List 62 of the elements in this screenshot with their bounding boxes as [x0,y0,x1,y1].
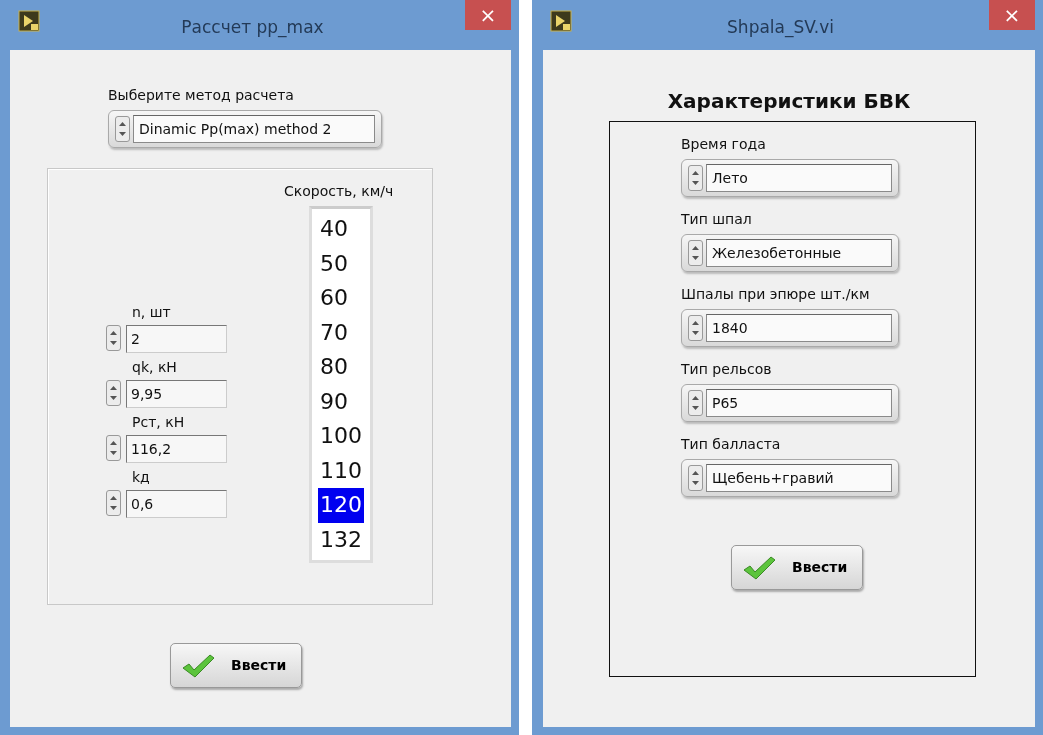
spin-arrows-icon [109,438,118,458]
spin-arrows-icon [109,328,118,348]
spin-button[interactable] [688,315,703,341]
value-field[interactable]: Р65 [706,389,892,417]
spin-button[interactable] [688,165,703,191]
value-field[interactable]: Лето [706,164,892,192]
close-button[interactable]: × [989,0,1035,30]
list-item[interactable]: 90 [318,384,364,419]
list-item[interactable]: 100 [318,419,364,454]
field-label: Тип балласта [681,435,782,454]
value-field[interactable]: Щебень+гравий [706,464,892,492]
value-field[interactable]: Dinamic Pp(max) method 2 [133,115,375,143]
field-label: Выберите метод расчета [108,86,295,105]
list-item[interactable]: 70 [318,315,364,350]
spin-arrows-icon [691,318,700,338]
enter-button[interactable]: Ввести [731,545,863,590]
spin-button[interactable] [115,116,130,142]
close-button[interactable]: × [465,0,511,30]
spin-arrows-icon [691,168,700,188]
numeric-field[interactable]: 0,6 [126,490,227,518]
spin-button[interactable] [688,390,703,416]
spin-arrows-icon [109,493,118,513]
spin-button[interactable] [106,435,121,461]
checkmark-icon [742,554,776,581]
enter-button[interactable]: Ввести [170,643,302,688]
field-label: Рст, кН [132,413,186,432]
field-label: kд [132,468,151,487]
list-item[interactable]: 120 [318,488,364,523]
list-item[interactable]: 110 [318,453,364,488]
list-item[interactable]: 40 [318,212,364,247]
spin-button[interactable] [106,380,121,406]
list-item[interactable]: 50 [318,246,364,281]
numeric-field[interactable]: 116,2 [126,435,227,463]
window-title: Shpala_SV.vi [726,16,835,40]
checkmark-icon [181,652,215,679]
spin-arrows-icon [118,119,127,139]
field-label: Тип шпал [681,210,753,229]
list-item[interactable]: 60 [318,281,364,316]
app-icon [18,10,40,32]
numeric-field[interactable]: 2 [126,325,227,353]
field-label: Тип рельсов [681,360,773,379]
list-item[interactable]: 132 [318,522,364,557]
field-label: Шпалы при эпюре шт./км [681,285,871,304]
window-title: Рассчет pp_max [180,16,325,40]
spin-button[interactable] [688,240,703,266]
spin-arrows-icon [691,393,700,413]
spin-button[interactable] [106,325,121,351]
spin-arrows-icon [691,243,700,263]
value-field[interactable]: Железобетонные [706,239,892,267]
field-label: qk, кН [132,358,178,377]
field-label: n, шт [132,303,172,322]
app-icon [550,10,572,32]
list-item[interactable]: 80 [318,350,364,385]
panel-heading: Характеристики БВК [667,88,911,115]
spin-button[interactable] [688,465,703,491]
value-field[interactable]: 1840 [706,314,892,342]
spin-arrows-icon [109,383,118,403]
field-label: Время года [681,135,767,154]
numeric-field[interactable]: 9,95 [126,380,227,408]
spin-arrows-icon [691,468,700,488]
spin-button[interactable] [106,490,121,516]
list-label: Скорость, км/ч [284,182,394,201]
